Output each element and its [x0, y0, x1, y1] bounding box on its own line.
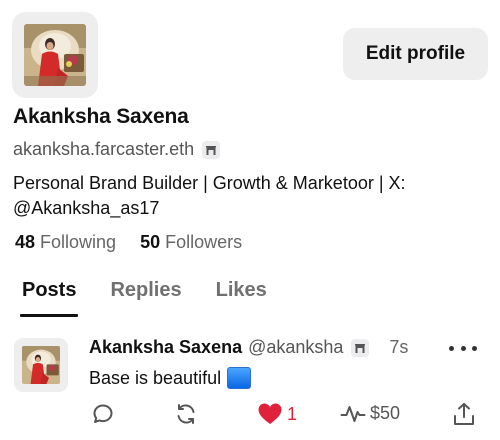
post-actions: 1 $50: [0, 402, 500, 430]
followers-label: Followers: [165, 232, 243, 252]
profile-username: akanksha.farcaster.eth: [13, 139, 195, 159]
following-count: 48: [15, 232, 36, 252]
profile-photo: [24, 24, 86, 86]
following-label: Following: [40, 232, 117, 252]
blue-square-emoji: [227, 367, 252, 389]
followers-link[interactable]: 50 Followers: [140, 232, 242, 253]
post-timestamp: 7s: [389, 337, 409, 357]
edit-profile-button[interactable]: Edit profile: [343, 28, 488, 80]
reply-button[interactable]: [91, 402, 115, 426]
followers-count: 50: [140, 232, 161, 252]
post-avatar[interactable]: [14, 338, 68, 392]
more-dots-icon[interactable]: [449, 340, 477, 356]
profile-bio: Personal Brand Builder | Growth & Market…: [13, 173, 406, 218]
tip-amount: $50: [370, 402, 401, 423]
tab-posts[interactable]: Posts: [19, 279, 79, 317]
post-author-handle[interactable]: @akanksha: [248, 337, 343, 358]
post-header: Akanksha Saxena @akanksha 7s: [89, 337, 408, 358]
arch-badge-icon[interactable]: [202, 140, 221, 159]
follow-stats: 48 Following 50 Followers: [15, 232, 242, 253]
tab-replies[interactable]: Replies: [110, 279, 181, 317]
profile-username-row: akanksha.farcaster.eth: [13, 139, 221, 160]
post-author-name[interactable]: Akanksha Saxena: [89, 337, 242, 358]
post-body: Base is beautiful: [89, 367, 252, 389]
tip-button[interactable]: $50: [340, 402, 400, 424]
heart-icon: [258, 403, 282, 424]
comment-icon: [93, 404, 113, 423]
profile-tabs: Posts Replies Likes: [19, 279, 267, 317]
like-button[interactable]: 1: [257, 402, 297, 426]
share-icon: [454, 403, 474, 425]
post-text: Base is beautiful: [89, 367, 222, 388]
profile-avatar[interactable]: [12, 12, 98, 98]
recast-icon: [177, 404, 195, 424]
following-link[interactable]: 48 Following: [15, 232, 116, 253]
recast-button[interactable]: [174, 402, 198, 426]
profile-display-name: Akanksha Saxena: [13, 105, 189, 128]
share-button[interactable]: [453, 402, 475, 426]
tab-likes[interactable]: Likes: [216, 279, 267, 317]
post-author-photo: [22, 346, 60, 384]
like-count: 1: [287, 403, 298, 424]
arch-badge-icon[interactable]: [351, 338, 370, 357]
pulse-icon: [340, 406, 366, 422]
